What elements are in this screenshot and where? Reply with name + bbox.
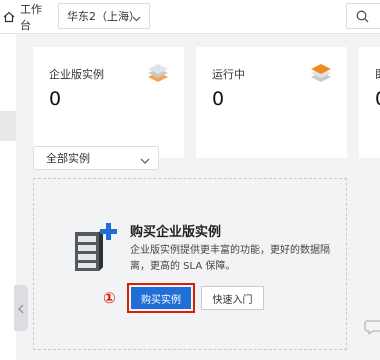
stat-card-running: 运行中 0 (196, 47, 347, 158)
chat-bubble-icon (364, 319, 380, 339)
running-layers-icon (309, 63, 333, 89)
stat-card-partial: 即 0 (359, 47, 380, 158)
stat-value: 0 (375, 88, 380, 110)
empty-state-description: 企业版实例提供更丰富的功能，更好的数据隔离，更高的 SLA 保障。 (130, 245, 330, 272)
region-select[interactable]: 华东2（上海） (58, 3, 150, 29)
home-icon (3, 11, 15, 23)
stat-label: 即 (375, 66, 380, 82)
buy-button-highlight: 购买实例 (127, 283, 195, 313)
quick-start-button[interactable]: 快速入门 (201, 286, 264, 310)
sidebar-collapse-handle[interactable] (14, 285, 28, 331)
stat-value: 0 (49, 88, 62, 110)
empty-state-title: 购买企业版实例 (130, 225, 222, 240)
filter-label: 全部实例 (46, 152, 90, 165)
instance-filter-select[interactable]: 全部实例 (33, 146, 159, 170)
chevron-left-icon (18, 299, 24, 318)
instance-layers-icon (146, 63, 170, 89)
workbench-label: 工作台 (20, 3, 42, 32)
chevron-down-icon (132, 12, 141, 25)
empty-state-panel: 购买企业版实例 企业版实例提供更丰富的功能，更好的数据隔离，更高的 SLA 保障… (33, 178, 380, 350)
top-bar: 工作台 华东2（上海） (0, 0, 380, 34)
buy-instance-button[interactable]: 购买实例 (131, 287, 191, 309)
stat-value: 0 (212, 88, 225, 110)
workbench-button[interactable]: 工作台 (0, 3, 50, 32)
chevron-down-icon (140, 154, 150, 167)
search-input[interactable] (346, 3, 380, 29)
server-add-icon (69, 220, 125, 278)
step-marker: ① (103, 289, 116, 307)
stat-label: 企业版实例 (49, 68, 104, 81)
region-label: 华东2（上海） (67, 10, 140, 23)
sidebar-item-active[interactable] (0, 111, 16, 141)
stat-card-enterprise: 企业版实例 0 (33, 47, 184, 158)
stat-label: 运行中 (212, 68, 245, 81)
